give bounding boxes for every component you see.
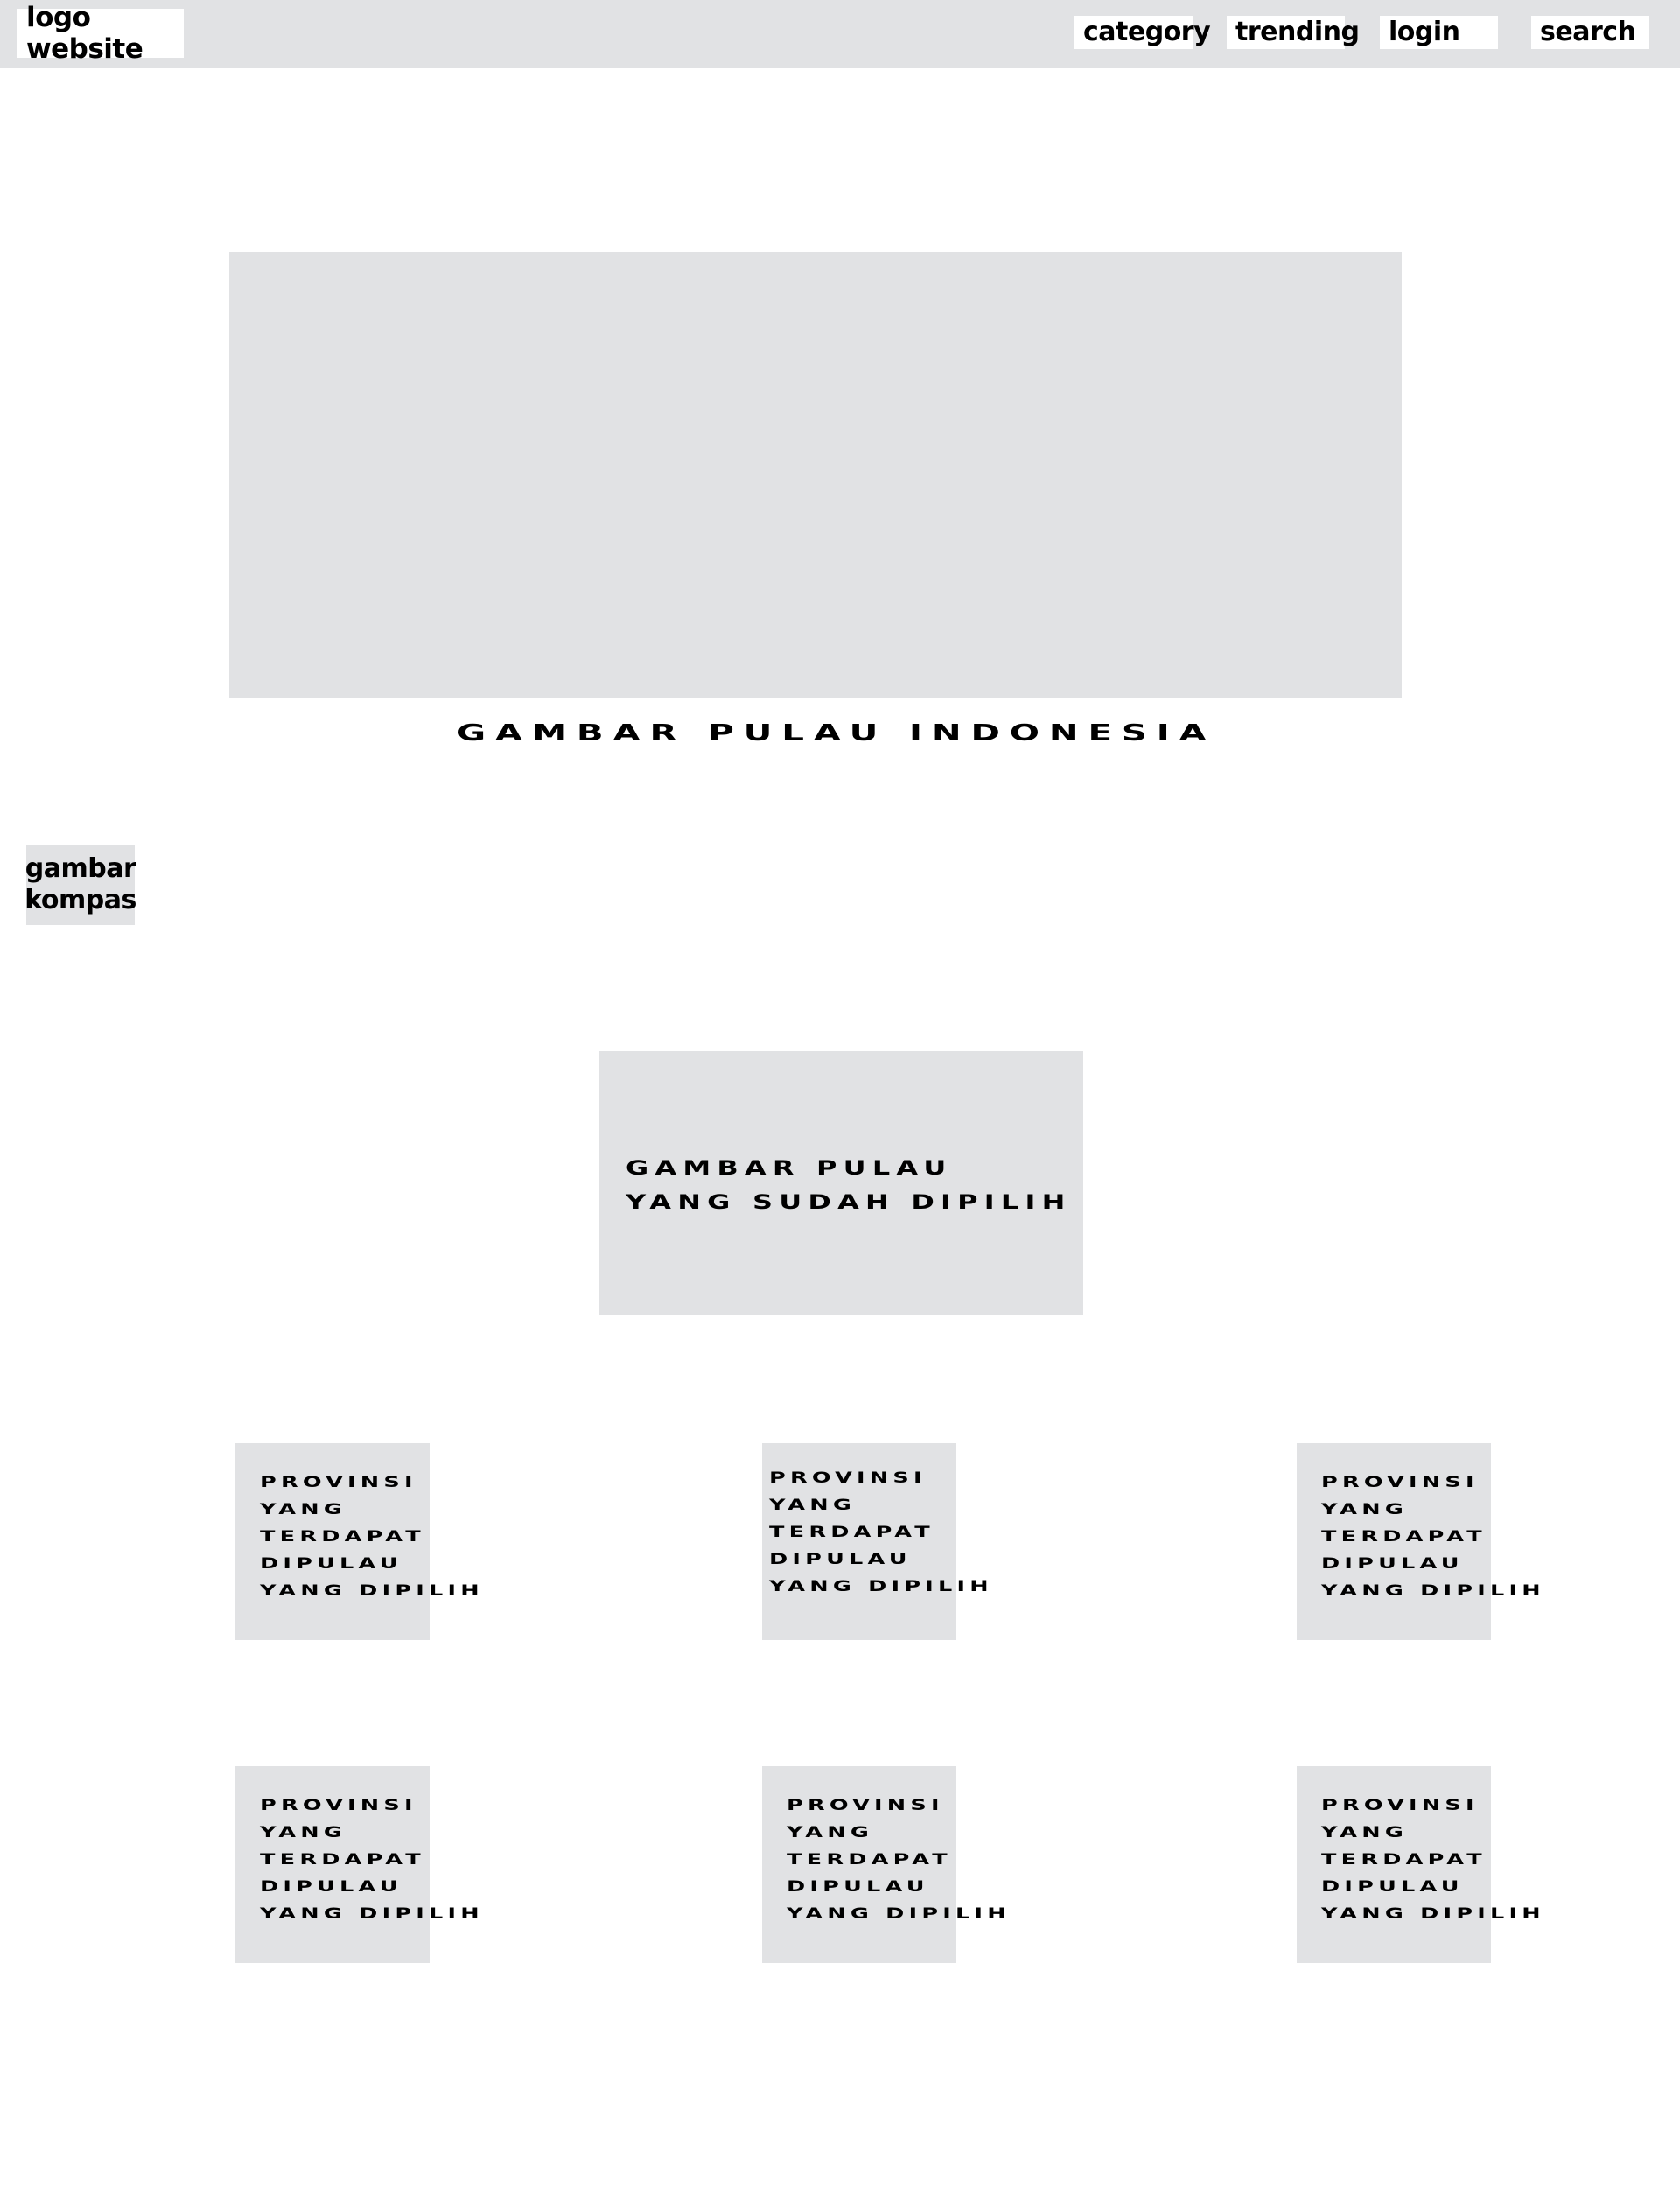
selected-island-caption: GAMBAR PULAU YANG SUDAH DIPILIH bbox=[626, 1158, 1072, 1214]
province-card[interactable]: PROVINSI YANG TERDAPAT DIPULAU YANG DIPI… bbox=[762, 1443, 989, 1640]
nav-login-button[interactable]: login bbox=[1380, 16, 1498, 49]
province-card[interactable]: PROVINSI YANG TERDAPAT DIPULAU YANG DIPI… bbox=[762, 1766, 1006, 1963]
selected-island-image[interactable]: GAMBAR PULAU YANG SUDAH DIPILIH bbox=[599, 1051, 1083, 1315]
province-card[interactable]: PROVINSI YANG TERDAPAT DIPULAU YANG DIPI… bbox=[1297, 1443, 1541, 1640]
nav-search-button[interactable]: search bbox=[1531, 16, 1649, 49]
province-card-caption: PROVINSI YANG TERDAPAT DIPULAU YANG DIPI… bbox=[1321, 1474, 1545, 1600]
province-card[interactable]: PROVINSI YANG TERDAPAT DIPULAU YANG DIPI… bbox=[235, 1766, 480, 1963]
top-navbar: logo website category trending login sea… bbox=[0, 0, 1680, 68]
nav-category-button[interactable]: category bbox=[1074, 16, 1211, 49]
province-card-caption: PROVINSI YANG TERDAPAT DIPULAU YANG DIPI… bbox=[787, 1797, 1011, 1923]
province-card-caption: PROVINSI YANG TERDAPAT DIPULAU YANG DIPI… bbox=[260, 1474, 484, 1600]
site-logo[interactable]: logo website bbox=[18, 2, 184, 65]
province-card-caption: PROVINSI YANG TERDAPAT DIPULAU YANG DIPI… bbox=[1321, 1797, 1545, 1923]
province-card[interactable]: PROVINSI YANG TERDAPAT DIPULAU YANG DIPI… bbox=[1297, 1766, 1541, 1963]
province-card-caption: PROVINSI YANG TERDAPAT DIPULAU YANG DIPI… bbox=[769, 1469, 993, 1595]
province-card-caption: PROVINSI YANG TERDAPAT DIPULAU YANG DIPI… bbox=[260, 1797, 484, 1923]
page: logo website category trending login sea… bbox=[0, 0, 1680, 2188]
province-card[interactable]: PROVINSI YANG TERDAPAT DIPULAU YANG DIPI… bbox=[235, 1443, 480, 1640]
nav-trending-button[interactable]: trending bbox=[1227, 16, 1360, 49]
compass-image: gambar kompas bbox=[24, 845, 136, 925]
indonesia-map-image[interactable]: GAMBAR PULAU INDONESIA bbox=[229, 252, 1402, 747]
indonesia-map-caption: GAMBAR PULAU INDONESIA bbox=[457, 720, 1216, 747]
